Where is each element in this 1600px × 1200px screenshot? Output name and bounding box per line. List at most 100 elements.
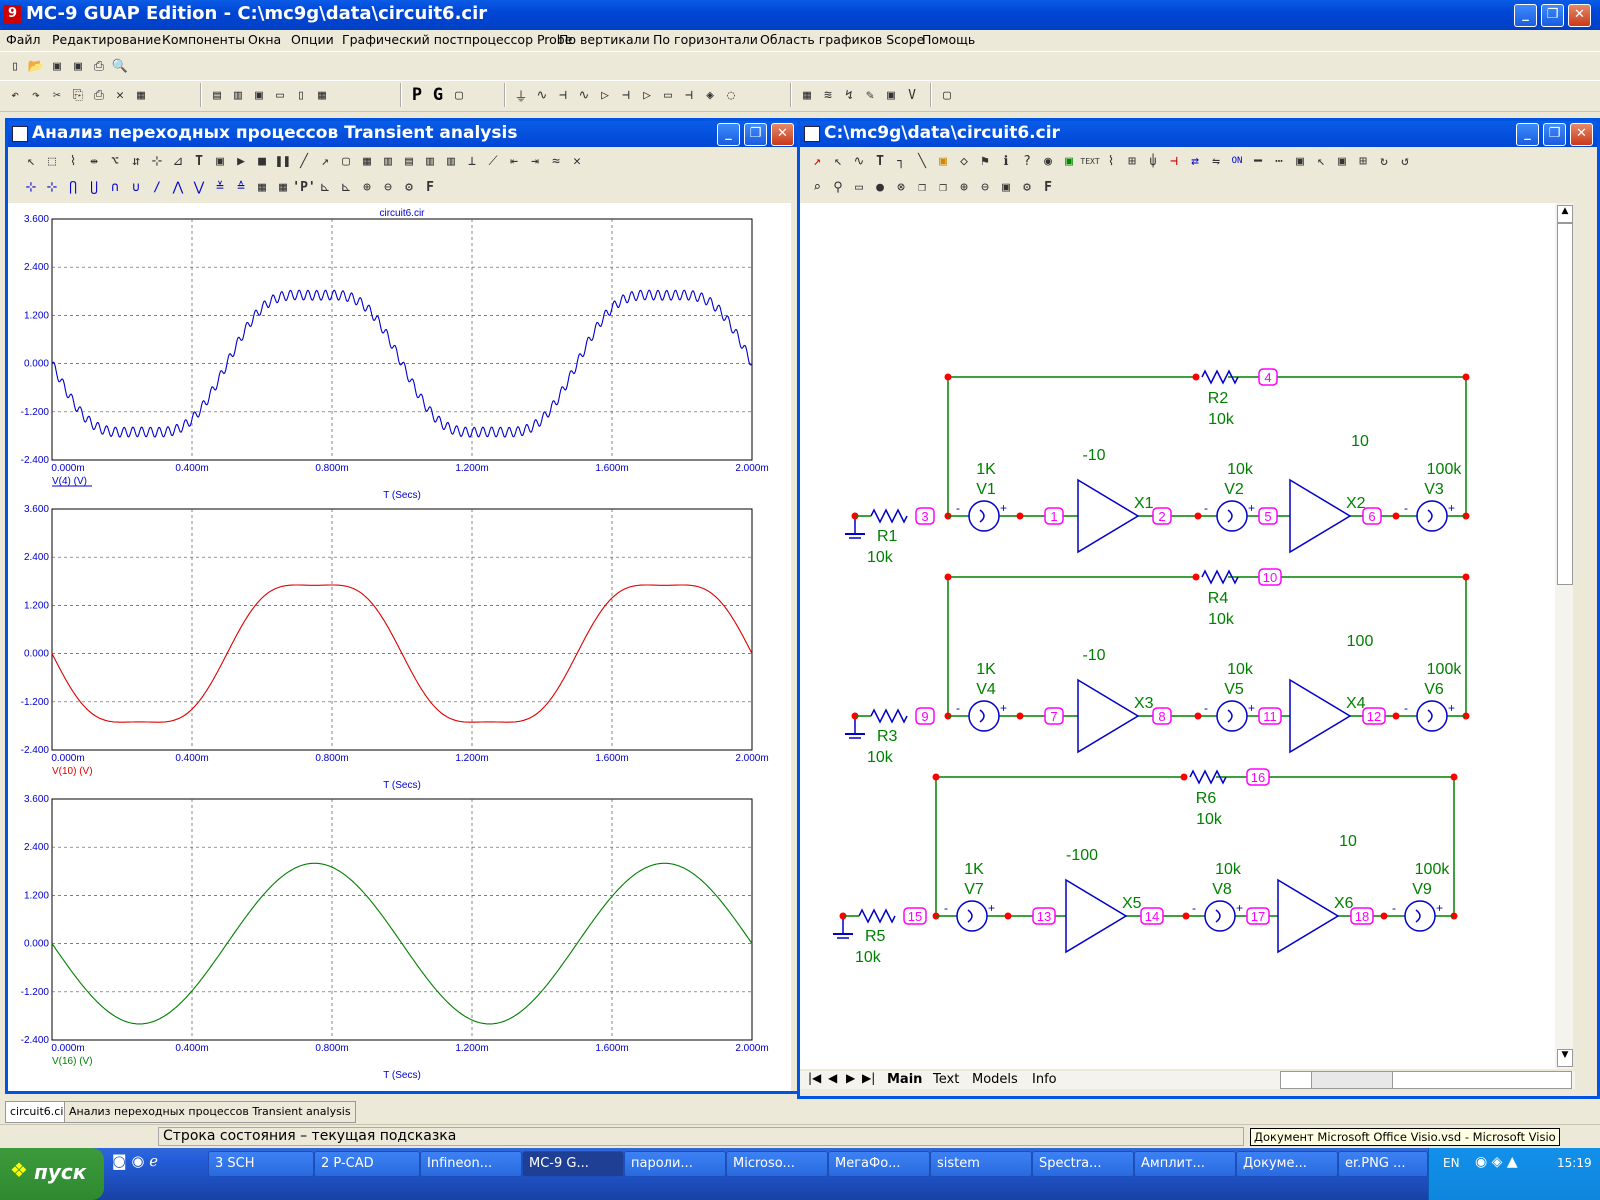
frame-icon[interactable]: ▢ (337, 152, 355, 170)
cursor-icon[interactable]: ⇹ (85, 152, 103, 170)
waves-icon[interactable]: ≋ (819, 86, 837, 104)
select-mode-icon[interactable]: ↖ (829, 152, 847, 170)
bottom-icon[interactable]: ⊥ (463, 152, 481, 170)
delete-icon[interactable]: ✕ (111, 86, 129, 104)
max-icon[interactable]: ⋀ (169, 178, 187, 196)
ortho-wire-icon[interactable]: ┐ (892, 152, 910, 170)
cut-icon[interactable]: ✂ (48, 86, 66, 104)
table-icon[interactable]: ▦ (798, 86, 816, 104)
vertical-scrollbar[interactable]: ▲ ▼ (1555, 203, 1573, 1069)
taskbar-item-amplit[interactable]: Амплит... (1134, 1151, 1236, 1177)
undo-icon[interactable]: ↶ (6, 86, 24, 104)
binoculars-icon[interactable]: ⚲ (829, 178, 847, 196)
horizontal-tag-icon[interactable]: ⇵ (127, 152, 145, 170)
props-icon[interactable]: ▣ (1333, 152, 1351, 170)
component-mode-icon[interactable]: ↗ (808, 152, 826, 170)
menu-options[interactable]: Опции (291, 32, 334, 47)
battery-icon[interactable]: ⊣ (680, 86, 698, 104)
cascade-icon[interactable]: ▣ (250, 86, 268, 104)
tile-horizontal-icon[interactable]: ▤ (208, 86, 226, 104)
plots-area[interactable]: circuit6.cir 3.600 2.400 1.200 0.000 -1.200 -2… (8, 203, 791, 1091)
sheet-tab-info[interactable]: Info (1032, 1072, 1057, 1087)
wave-marker-icon[interactable]: ⟋ (484, 152, 502, 170)
close-button[interactable]: ✕ (1568, 4, 1591, 27)
pen-icon[interactable]: ✎ (861, 86, 879, 104)
scroll-down-icon[interactable]: ▼ (1557, 1049, 1573, 1067)
run-icon[interactable]: ▶ (232, 152, 250, 170)
grid-icon[interactable]: ▢ (450, 86, 468, 104)
taskbar-item-pcad[interactable]: 2 P-CAD (314, 1151, 420, 1177)
grid-icon-2[interactable]: ▦ (358, 152, 376, 170)
taskbar-item-infineon[interactable]: Infineon... (420, 1151, 522, 1177)
horizontal-scrollbar[interactable] (1280, 1071, 1572, 1089)
flip-icon[interactable]: ⇄ (1186, 152, 1204, 170)
wire-mode-icon[interactable]: ∿ (850, 152, 868, 170)
attribute-icon[interactable]: ⌇ (1102, 152, 1120, 170)
language-indicator[interactable]: EN (1443, 1156, 1460, 1170)
vb-icon[interactable]: V (903, 86, 921, 104)
taskbar-item-mc9[interactable]: MC-9 G... (522, 1151, 624, 1177)
taskbar-item-microsoft[interactable]: Microso... (726, 1151, 828, 1177)
menu-components[interactable]: Компоненты (162, 32, 245, 47)
inductor-icon[interactable]: ∿ (575, 86, 593, 104)
taskbar-item-sch[interactable]: 3 SCH (208, 1151, 314, 1177)
print-icon[interactable]: ⎙ (90, 57, 108, 75)
sheet-tab-models[interactable]: Models (972, 1072, 1018, 1087)
taskbar-item-sistem[interactable]: sistem (930, 1151, 1032, 1177)
grid-toggle-icon[interactable]: ⊞ (1123, 152, 1141, 170)
f-icon[interactable]: F (421, 178, 439, 196)
select-all-icon[interactable]: ▦ (132, 86, 150, 104)
axis-icon-2[interactable]: ⊾ (337, 178, 355, 196)
transient-minimize-button[interactable]: _ (717, 123, 740, 146)
page-icon[interactable]: ▣ (1291, 152, 1309, 170)
noise-icon[interactable]: ≈ (547, 152, 565, 170)
arrow-line-icon[interactable]: ↗ (316, 152, 334, 170)
source-icon[interactable]: ◈ (701, 86, 719, 104)
cursor-left-icon[interactable]: ⇤ (505, 152, 523, 170)
cursor-next-icon[interactable]: ⊹ (22, 178, 40, 196)
slope-icon[interactable]: ∕ (148, 178, 166, 196)
performance-tag-icon[interactable]: ⊿ (169, 152, 187, 170)
paste-icon[interactable]: ⎙ (90, 86, 108, 104)
menu-edit[interactable]: Редактирование (52, 32, 161, 47)
grid-icon-4[interactable]: ▤ (400, 152, 418, 170)
p-icon[interactable]: P (408, 85, 426, 105)
transient-maximize-button[interactable]: ❐ (744, 123, 767, 146)
new-file-icon[interactable]: ▯ (6, 57, 24, 75)
min-icon[interactable]: ⋁ (190, 178, 208, 196)
prev-sheet-icon[interactable]: ◀ (828, 1071, 837, 1085)
last-sheet-icon[interactable]: ▶| (862, 1071, 875, 1085)
mirror-icon[interactable]: ⇋ (1207, 152, 1225, 170)
circuit-minimize-button[interactable]: _ (1516, 123, 1539, 146)
diode-icon[interactable]: ▷ (596, 86, 614, 104)
stop-icon[interactable]: ■ (253, 152, 271, 170)
table-icon-2[interactable]: ▦ (274, 178, 292, 196)
menu-help[interactable]: Помощь (922, 32, 975, 47)
find-icon[interactable]: ⌕ (808, 178, 826, 196)
camera-icon[interactable]: ▣ (997, 178, 1015, 196)
rotate-back-icon[interactable]: ↺ (1396, 152, 1414, 170)
pause-icon[interactable]: ❚❚ (274, 152, 292, 170)
scroll-up-icon[interactable]: ▲ (1557, 205, 1573, 223)
window-tab-circuit[interactable]: circuit6.cir (5, 1101, 73, 1123)
grid-icon-6[interactable]: ▥ (442, 152, 460, 170)
error-icon[interactable]: ● (871, 178, 889, 196)
schematic-canvas[interactable]: 3R110k4R210k- +1KV11X1-102- +10kV25X2106- +… (800, 203, 1555, 1069)
sine-source-icon[interactable]: ◌ (722, 86, 740, 104)
pin-icon[interactable]: ⍦ (1144, 152, 1162, 170)
axis-icon[interactable]: ⊾ (316, 178, 334, 196)
high-icon[interactable]: ∩ (106, 178, 124, 196)
next-sheet-icon[interactable]: ▶ (846, 1071, 855, 1085)
text-icon[interactable]: T (190, 152, 208, 170)
ie-icon[interactable]: ℯ (149, 1152, 158, 1170)
dotted-grid-icon[interactable]: ⋯ (1270, 152, 1288, 170)
text-toggle-icon[interactable]: TEXT (1080, 152, 1099, 170)
grid-icon-3[interactable]: ▥ (379, 152, 397, 170)
line-style-icon[interactable]: ━ (1249, 152, 1267, 170)
scale-icon[interactable]: ⬚ (43, 152, 61, 170)
low-icon[interactable]: ∪ (127, 178, 145, 196)
zoom-out-icon[interactable]: ⊖ (379, 178, 397, 196)
maximize-button[interactable]: ❐ (1541, 4, 1564, 27)
desktop-icon[interactable]: ◙ (112, 1152, 127, 1170)
paste-page-icon[interactable]: ❐ (934, 178, 952, 196)
